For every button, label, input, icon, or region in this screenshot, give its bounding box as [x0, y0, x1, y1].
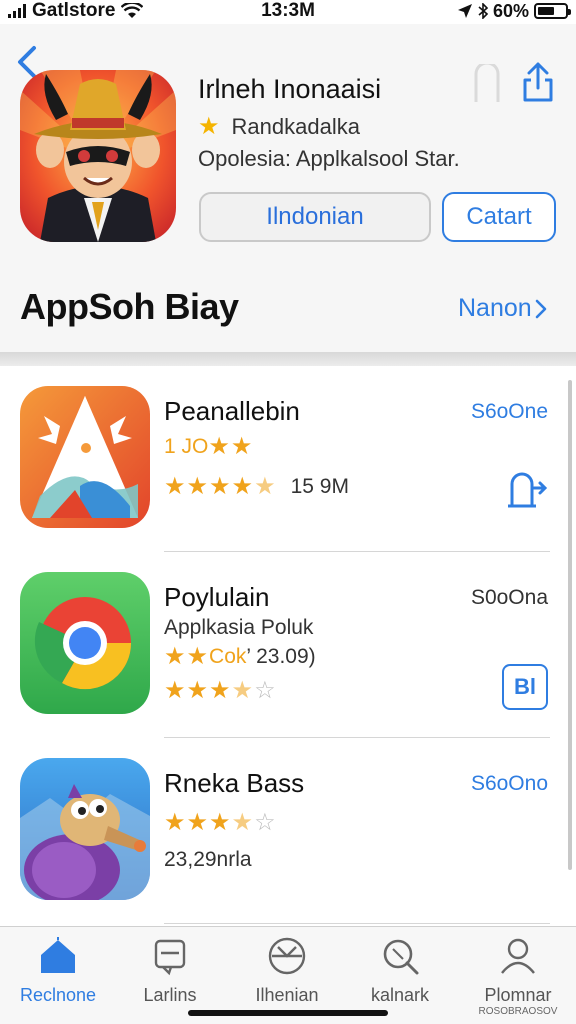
- home-icon: [41, 937, 75, 973]
- tab-inbox[interactable]: Larlins: [120, 935, 220, 1015]
- meta-stars: ★★: [164, 643, 210, 670]
- star-icon: ☆: [254, 809, 277, 836]
- app-meta: ★★ Cok ’ 23.09): [164, 642, 316, 671]
- app-icon-browser[interactable]: [20, 572, 150, 714]
- app-rating: ★★★★★ 15 9M: [164, 472, 349, 501]
- tab-label: kalnark: [370, 985, 430, 1005]
- app-name: Poylulain: [164, 582, 270, 612]
- status-bar: Gatlstore 13:3M 60%: [0, 0, 576, 24]
- chevron-right-icon: [535, 299, 546, 318]
- location-arrow-icon: [457, 4, 472, 18]
- app-price-button[interactable]: S6oOne: [471, 400, 548, 424]
- status-right: 60%: [457, 0, 571, 22]
- battery-level: [538, 7, 554, 15]
- featured-rating: ★ Randkadalka: [198, 112, 360, 141]
- star-icon: ★: [231, 473, 255, 500]
- featured-primary-button[interactable]: Ilndonian: [199, 192, 431, 242]
- list-item[interactable]: Poylulain S0oOna Applkasia Poluk ★★ Cok …: [0, 552, 576, 738]
- star-icon: ★: [254, 473, 277, 500]
- meta-stars: ★★: [208, 433, 254, 460]
- star-rating: ★★★★☆: [164, 676, 277, 705]
- see-all-label: Nanon: [458, 294, 532, 322]
- inbox-icon: [154, 939, 186, 976]
- tab-label: Plomnar: [484, 985, 552, 1005]
- star-icon: ★: [164, 473, 187, 500]
- featured-app-subtitle: Opolesia: Applkalsool Star.: [198, 146, 460, 171]
- star-rating: ★★★★★: [164, 472, 277, 501]
- tab-search[interactable]: kalnark: [350, 935, 450, 1015]
- star-icon: ☆: [254, 677, 277, 704]
- share-icon[interactable]: [520, 60, 556, 104]
- battery-icon: [534, 3, 571, 19]
- rating-count: 23,29nrla: [164, 848, 252, 871]
- tab-home[interactable]: Reclnone: [8, 935, 108, 1015]
- tab-label: Reclnone: [19, 985, 97, 1005]
- star-icon: ★: [231, 809, 255, 836]
- star-icon: ★: [209, 809, 232, 836]
- row-divider: [164, 923, 550, 924]
- app-meta-text: 1 JO: [164, 434, 209, 458]
- bluetooth-icon: [478, 3, 488, 19]
- tab-label: Larlins: [143, 985, 197, 1005]
- section-divider: [0, 352, 576, 366]
- list-item[interactable]: Peanallebin S6oOne 1 JO ★★ ★★★★★ 15 9M: [0, 366, 576, 552]
- app-icon-game[interactable]: [20, 758, 150, 900]
- star-icon: ★: [209, 677, 232, 704]
- featured-app-icon[interactable]: [20, 70, 176, 242]
- star-icon: ★: [186, 473, 210, 500]
- app-meta-rest: ’ 23.09): [246, 644, 316, 668]
- app-meta: 1 JO ★★: [164, 432, 253, 461]
- app-price-button[interactable]: S6oOno: [471, 772, 548, 796]
- featured-rating-text: Randkadalka: [231, 113, 360, 139]
- compass-icon: [268, 937, 306, 975]
- faded-bookmark-icon: [474, 64, 500, 102]
- star-rating: ★★★★☆: [164, 808, 277, 837]
- tab-explore[interactable]: Ilhenian: [237, 935, 337, 1015]
- tab-profile[interactable]: Plomnar ROSOBRAOSOV: [468, 935, 568, 1017]
- app-subtitle: Applkasia Poluk: [164, 616, 314, 639]
- home-indicator: [188, 1010, 388, 1016]
- section-title: AppSoh Biay: [20, 286, 239, 327]
- app-list[interactable]: Peanallebin S6oOne 1 JO ★★ ★★★★★ 15 9M P…: [0, 366, 576, 926]
- book-icon[interactable]: Bl: [502, 664, 548, 710]
- star-icon: ★: [209, 473, 232, 500]
- app-detail-header: Irlneh Inonaaisi ★ Randkadalka Opolesia:…: [0, 24, 576, 352]
- star-icon: ★: [231, 677, 255, 704]
- battery-percent: 60%: [492, 0, 529, 21]
- search-icon: [383, 939, 419, 975]
- tab-sublabel: ROSOBRAOSOV: [478, 1006, 558, 1017]
- app-icon-peak[interactable]: [20, 386, 150, 528]
- list-item[interactable]: Rneka Bass S6oOno ★★★★☆ 23,29nrla: [0, 738, 576, 924]
- star-icon: ★: [164, 809, 187, 836]
- featured-app-title: Irlneh Inonaaisi: [198, 74, 382, 104]
- rating-count: 15 9M: [290, 474, 349, 498]
- app-meta-accent: Cok: [209, 644, 247, 668]
- app-name: Peanallebin: [164, 396, 300, 426]
- featured-get-button[interactable]: Catart: [442, 192, 556, 242]
- app-name: Rneka Bass: [164, 768, 305, 798]
- star-icon: ★: [186, 809, 210, 836]
- action-label: Bl: [514, 674, 536, 699]
- see-all-link[interactable]: Nanon: [458, 294, 548, 323]
- open-app-icon[interactable]: [502, 466, 548, 512]
- person-icon: [501, 938, 535, 974]
- app-rating: ★★★★☆: [164, 808, 277, 837]
- star-icon: ★: [164, 677, 187, 704]
- star-icon: ★: [198, 113, 220, 140]
- tab-label: Ilhenian: [255, 985, 319, 1005]
- app-price-button[interactable]: S0oOna: [471, 586, 548, 610]
- app-rating: ★★★★☆: [164, 676, 277, 705]
- star-icon: ★: [186, 677, 210, 704]
